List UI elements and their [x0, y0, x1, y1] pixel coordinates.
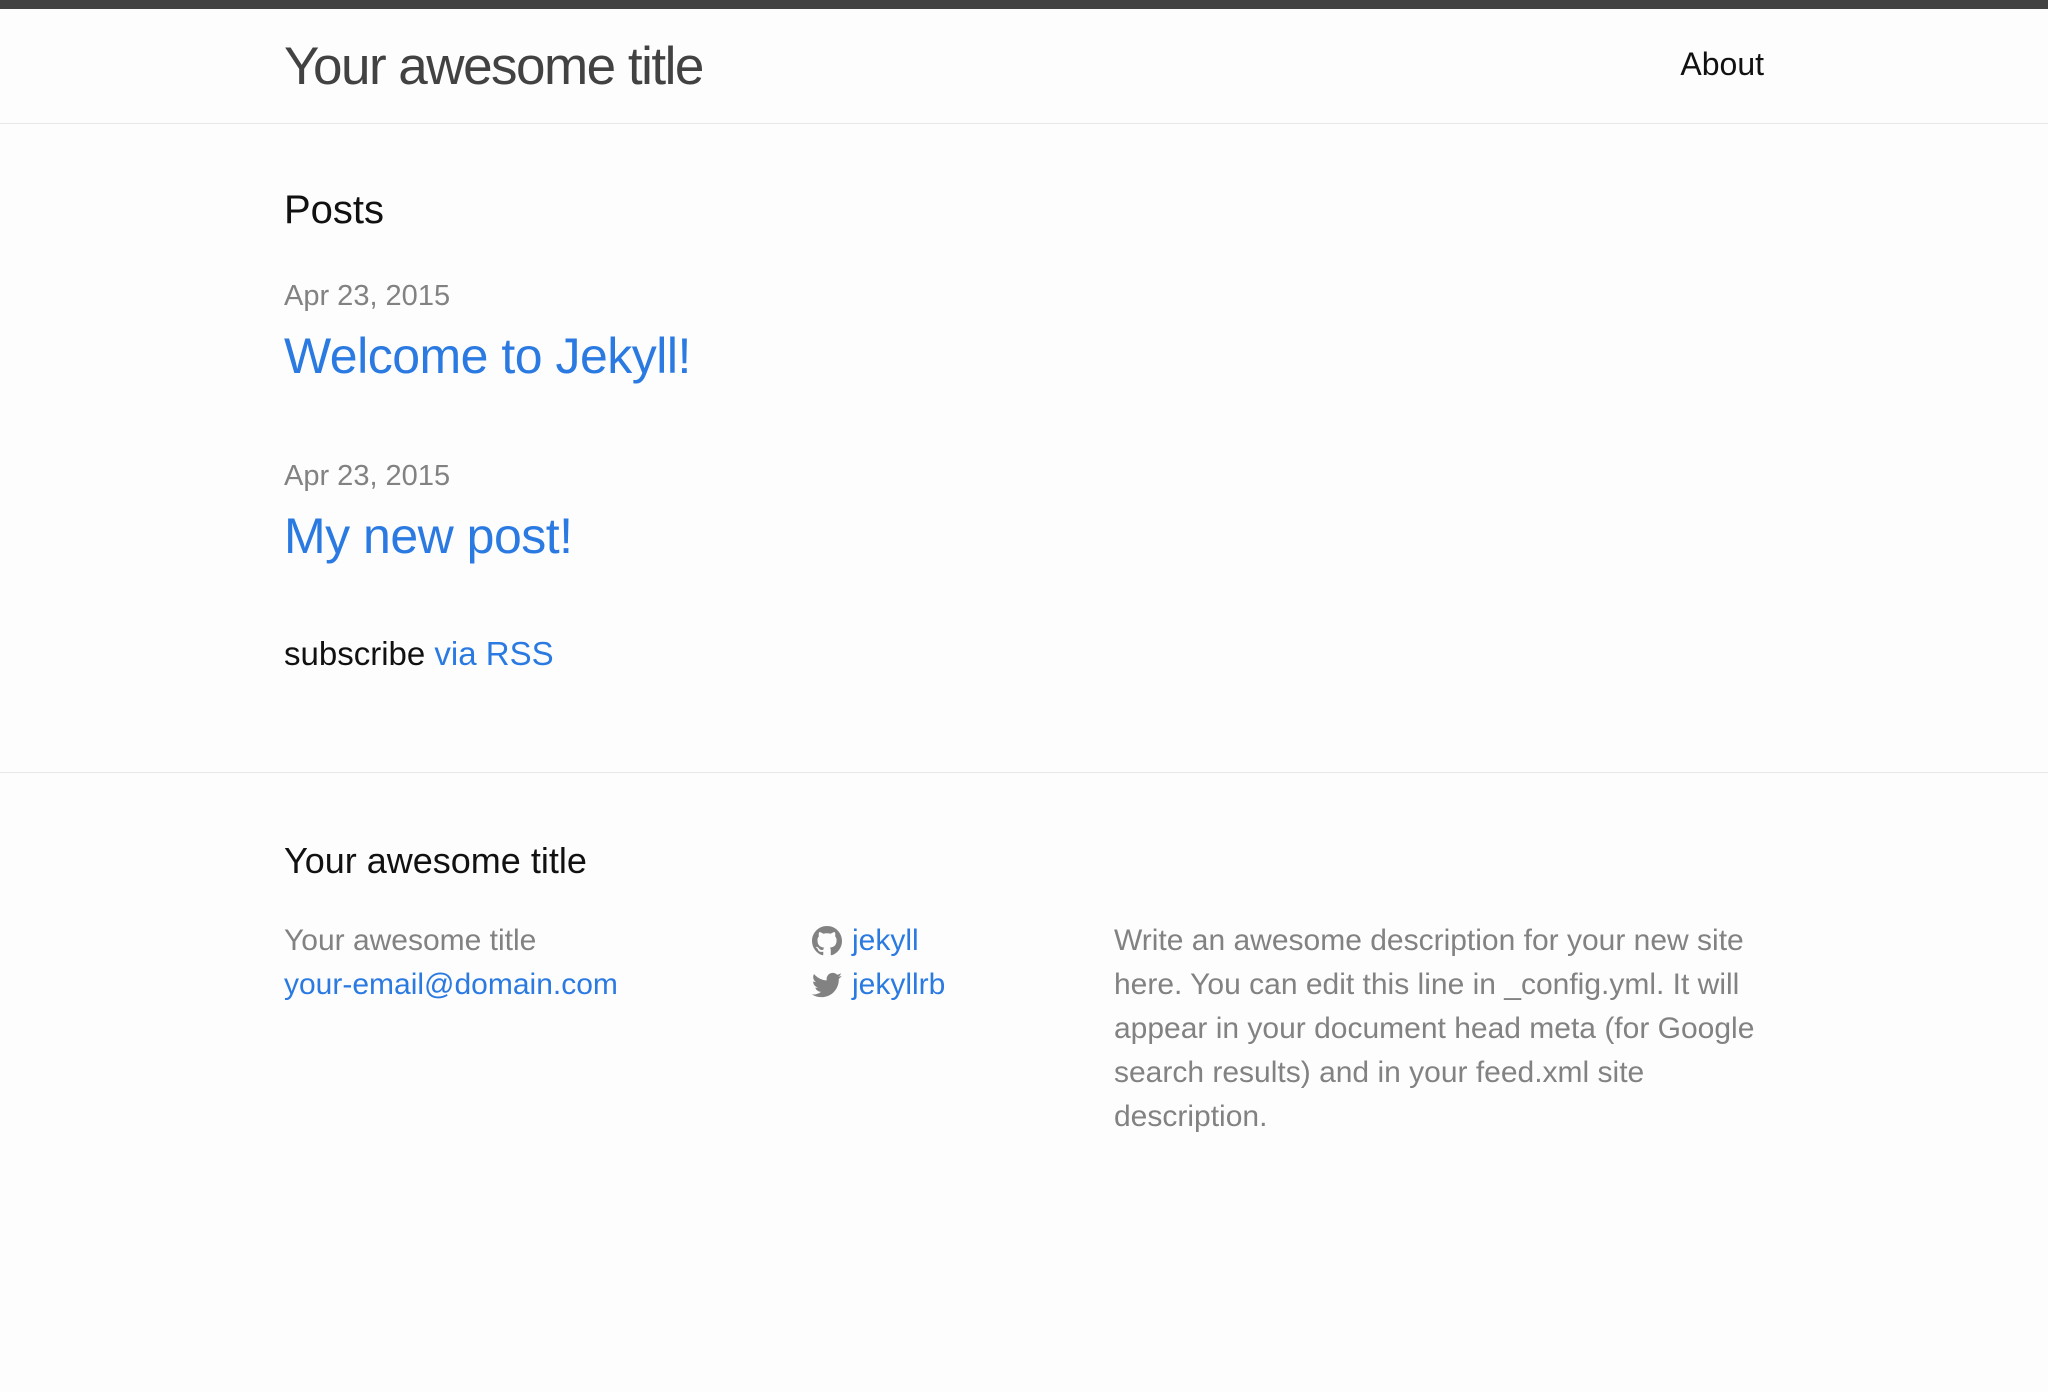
site-footer: Your awesome title Your awesome title yo… — [0, 772, 2048, 1392]
footer-email-link[interactable]: your-email@domain.com — [284, 968, 618, 1001]
github-username-link[interactable]: jekyll — [852, 919, 919, 963]
footer-description: Write an awesome description for your ne… — [1114, 924, 1755, 1133]
top-accent-bar — [0, 0, 2048, 9]
footer-social-column: jekyll jekyllrb — [812, 919, 945, 1007]
post-link-welcome-to-jekyll[interactable]: Welcome to Jekyll! — [284, 326, 691, 386]
rss-subscribe-label: subscribe — [284, 635, 426, 672]
github-icon[interactable] — [812, 926, 842, 956]
rss-link[interactable]: via RSS — [434, 635, 553, 672]
social-item-github: jekyll — [812, 919, 945, 963]
post-date: Apr 23, 2015 — [284, 460, 451, 492]
twitter-icon[interactable] — [812, 970, 842, 1000]
nav-link-about[interactable]: About — [1680, 45, 1764, 83]
twitter-username-link[interactable]: jekyllrb — [852, 963, 945, 1007]
site-header: Your awesome title About — [0, 9, 2048, 124]
page-heading: Posts — [284, 188, 385, 232]
footer-heading: Your awesome title — [284, 840, 587, 881]
post-date: Apr 23, 2015 — [284, 280, 451, 312]
rss-subscribe: subscribe via RSS — [284, 634, 554, 674]
footer-contact-name: Your awesome title — [284, 924, 537, 957]
footer-contact-column: Your awesome title your-email@domain.com — [284, 919, 618, 1007]
social-item-twitter: jekyllrb — [812, 963, 945, 1007]
post-link-my-new-post[interactable]: My new post! — [284, 506, 573, 566]
site-title-link[interactable]: Your awesome title — [284, 35, 704, 99]
